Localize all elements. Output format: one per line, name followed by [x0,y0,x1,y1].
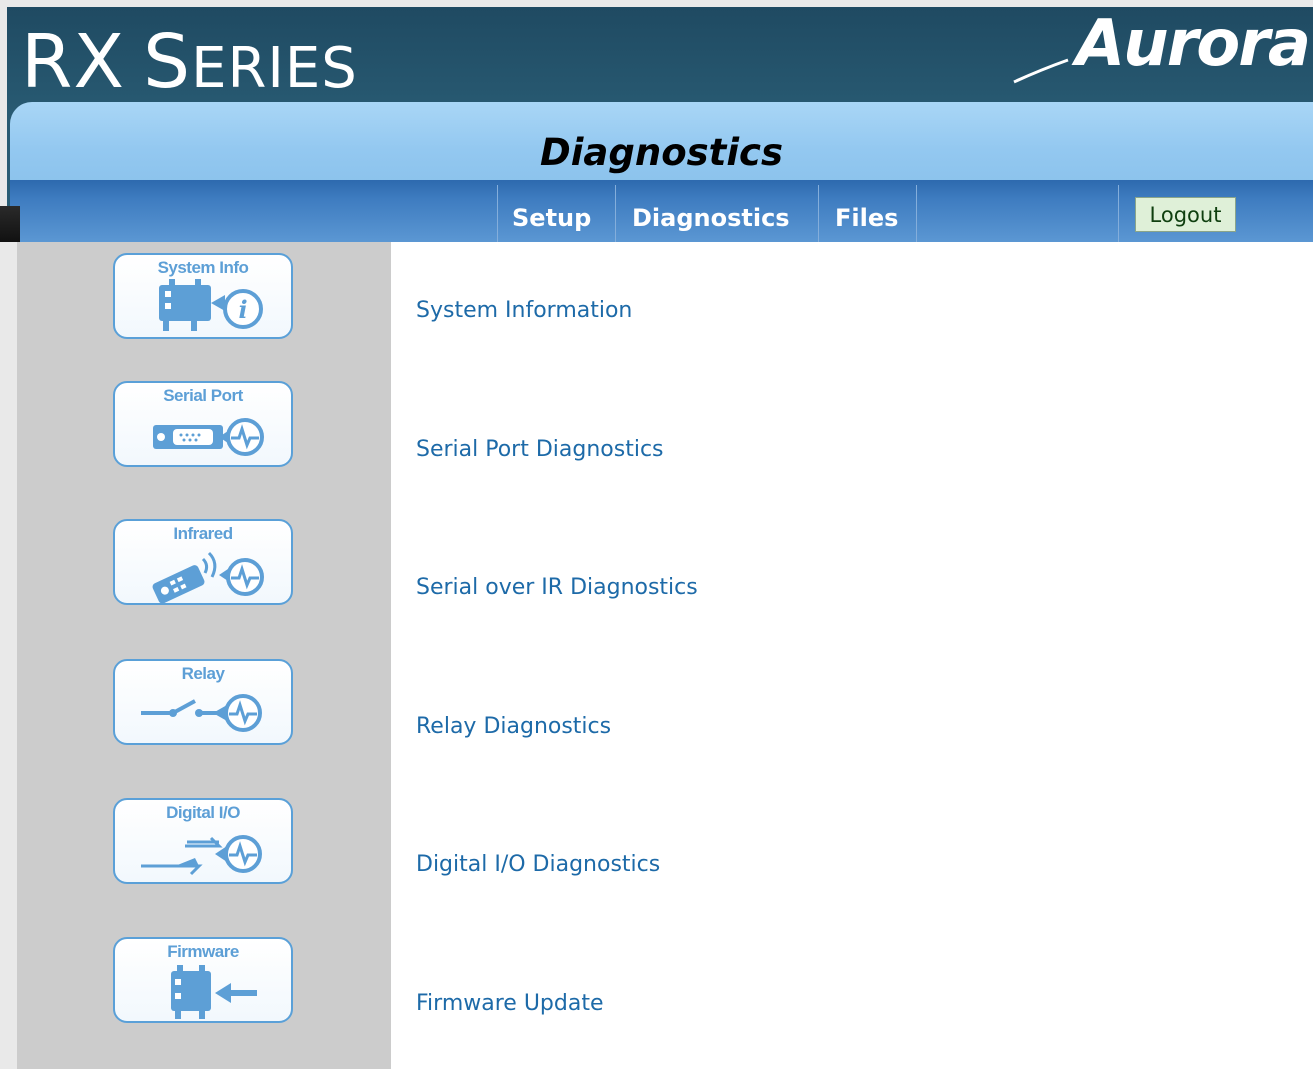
infrared-tile[interactable]: Infrared [113,519,293,605]
digital-io-tile[interactable]: Digital I/O [113,798,293,884]
nav-setup[interactable]: Setup [512,204,591,232]
system-info-icon: i [159,279,263,331]
brand-rx: RX [21,19,126,105]
aurora-logo: Aurora [1075,7,1311,81]
nav-separator [818,185,819,242]
nav-diagnostics[interactable]: Diagnostics [632,204,790,232]
link-relay-diagnostics[interactable]: Relay Diagnostics [416,714,611,739]
firmware-tile[interactable]: Firmware [113,937,293,1023]
infrared-icon [152,551,264,604]
link-firmware-update[interactable]: Firmware Update [416,991,604,1016]
firmware-icon [171,965,257,1019]
nav-bar: Setup Diagnostics Files Logout [0,180,1313,242]
serial-port-icon [153,418,264,456]
system-info-tile[interactable]: System Info i [113,253,293,339]
title-bar: Diagnostics [10,102,1313,182]
main-content [391,242,1313,1069]
nav-separator [497,185,498,242]
brand-eries: ERIES [191,36,358,101]
relay-tile[interactable]: Relay [113,659,293,745]
digital-io-icon [141,835,262,876]
relay-icon [141,694,262,732]
nav-files[interactable]: Files [835,204,898,232]
nav-separator [615,185,616,242]
logout-button[interactable]: Logout [1135,197,1236,232]
link-serial-over-ir-diagnostics[interactable]: Serial over IR Diagnostics [416,575,698,600]
link-digital-io-diagnostics[interactable]: Digital I/O Diagnostics [416,852,660,877]
svg-text:i: i [238,295,247,324]
link-system-information[interactable]: System Information [416,298,632,323]
nav-separator [916,185,917,242]
brand-s: S [143,19,192,105]
link-serial-port-diagnostics[interactable]: Serial Port Diagnostics [416,437,664,462]
page-title: Diagnostics [540,131,783,174]
product-brand: RX SERIES [21,19,358,105]
nav-separator [1118,185,1119,242]
nav-corner [0,206,20,242]
aurora-swoosh-icon [1013,58,1069,84]
serial-port-tile[interactable]: Serial Port [113,381,293,467]
